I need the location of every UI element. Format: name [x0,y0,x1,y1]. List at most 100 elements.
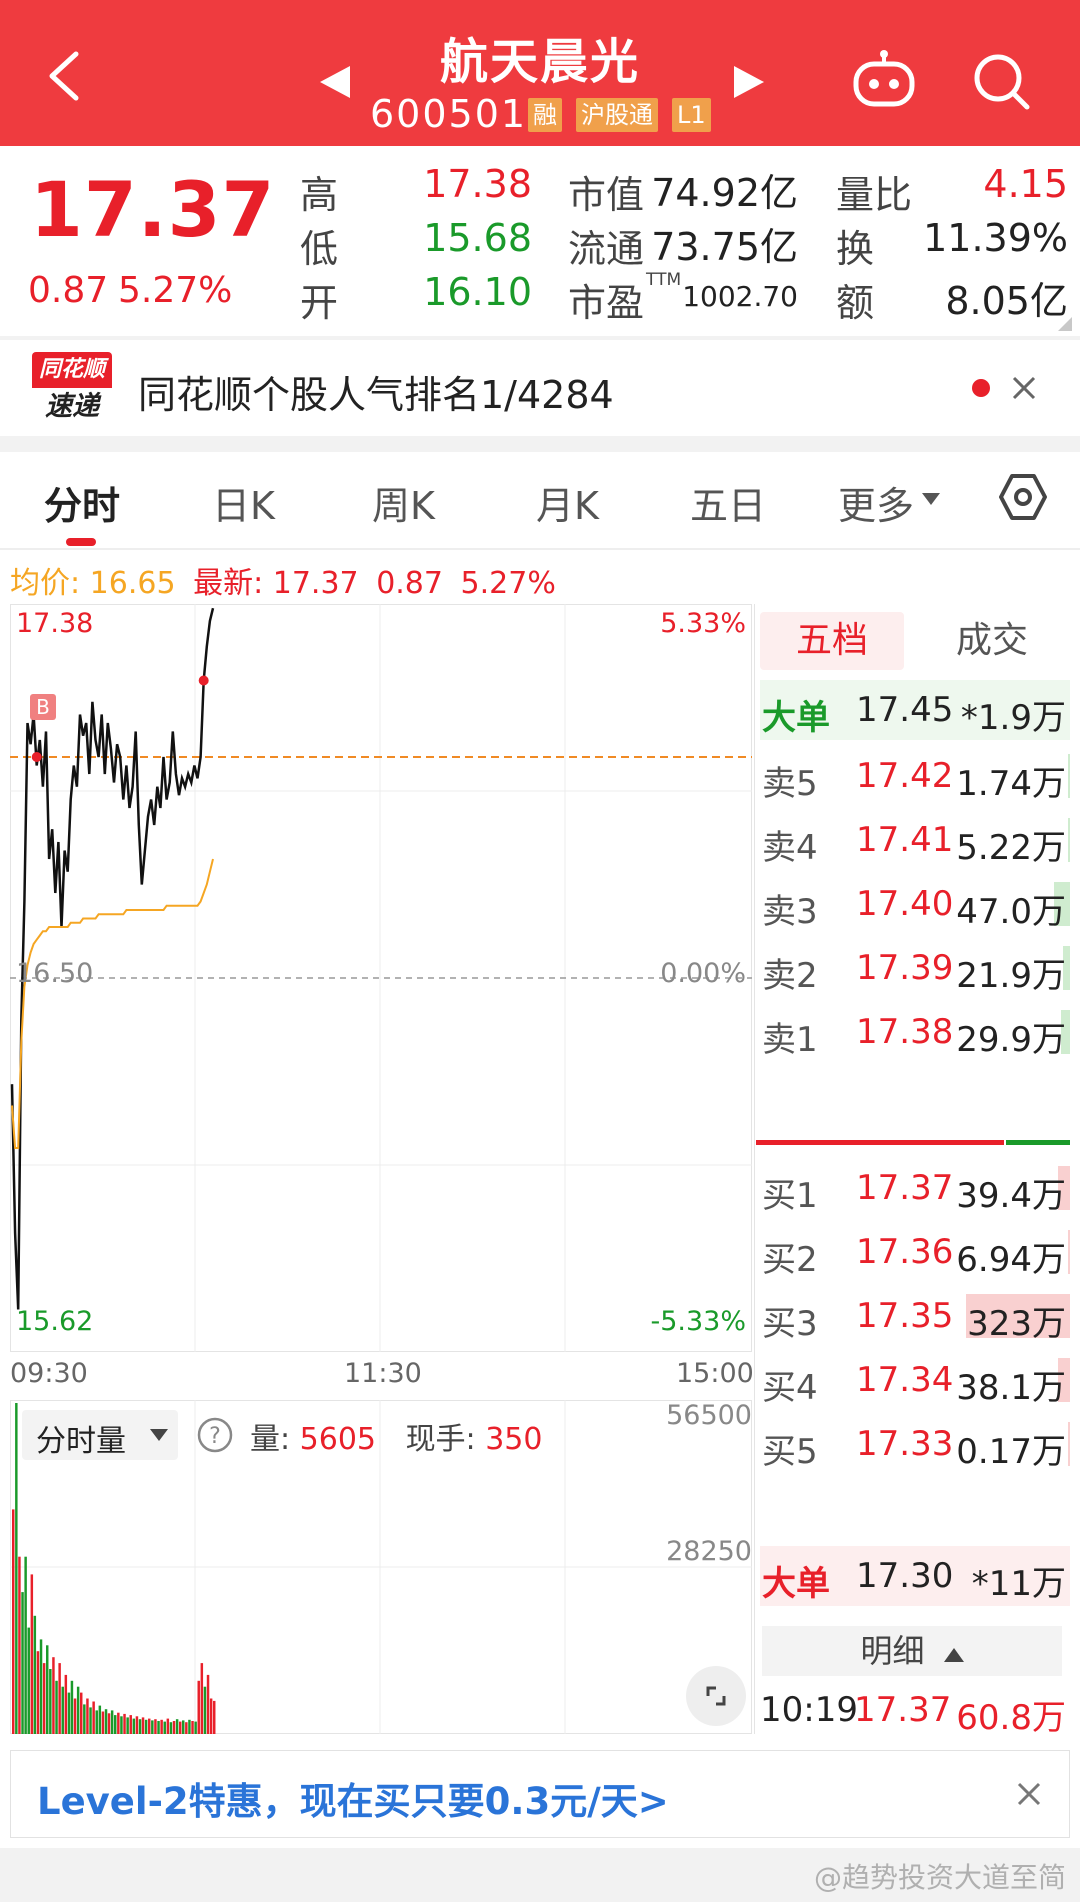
volume-bar [24,1556,27,1734]
sell-row[interactable]: 卖5 17.42 1.74万 [760,746,1070,806]
buy-price: 17.33 [856,1424,954,1464]
volume-bar [67,1692,71,1734]
prev-stock-icon[interactable] [318,64,352,104]
volume-bar [12,1509,15,1734]
search-icon[interactable] [972,52,1032,116]
sell-row[interactable]: 卖1 17.38 29.9万 [760,1002,1070,1062]
buy-marker[interactable]: B [30,694,56,720]
tab-intraday[interactable]: 分时 [44,475,120,530]
price-change: 0.87 [28,270,109,311]
big-sell-row[interactable]: 大单 17.45 *1.9万 [760,680,1070,740]
volume-bar [86,1698,89,1734]
level2-promo-banner[interactable]: Level-2特惠，现在买只要0.3元/天> [10,1750,1070,1838]
sell-volume-bar [1068,818,1070,862]
open-value: 16.10 [423,270,532,314]
divider [0,548,1080,550]
volume-type-selector[interactable]: 分时量 [22,1410,178,1460]
tab-daily-k[interactable]: 日K [212,475,275,530]
volume-bar [70,1680,74,1734]
y-axis-min-label: 15.62 [16,1306,94,1337]
volume-bar [92,1701,95,1734]
orderbook-tab-trades[interactable]: 成交 [920,612,1064,670]
collapse-arrow-icon [943,1648,964,1662]
trade-detail-row[interactable]: 10:19 17.37 60.8万 [760,1680,1070,1740]
watermark-text: @趋势投资大道至简 [813,1861,1066,1894]
buy-price: 17.34 [856,1360,954,1400]
low-value: 15.68 [423,216,532,260]
fullscreen-icon[interactable] [686,1666,746,1726]
amount-value: 8.05亿 [945,279,1068,323]
volume-bar [117,1712,120,1734]
volume-bar [95,1710,98,1734]
buy-row[interactable]: 买4 17.34 38.1万 [760,1350,1070,1410]
close-icon[interactable] [1015,1780,1043,1808]
sell-price: 17.42 [856,756,954,796]
volume-bar [15,1403,18,1734]
robot-assistant-icon[interactable] [852,50,916,114]
expand-corner-icon[interactable] [1058,316,1072,335]
sell-volume: 21.9万 [956,956,1066,996]
volume-bar [172,1721,176,1734]
popularity-rank-text[interactable]: 同花顺个股人气排名1/4284 [138,364,614,419]
buy-row[interactable]: 买5 17.33 0.17万 [760,1414,1070,1474]
sell-row[interactable]: 卖2 17.39 21.9万 [760,938,1070,998]
divider [0,336,1080,340]
buy-row[interactable]: 买1 17.37 39.4万 [760,1158,1070,1218]
sell-row[interactable]: 卖3 17.40 47.0万 [760,874,1070,934]
volume-bar [157,1721,160,1734]
sell-level-label: 卖5 [762,764,818,804]
trade-point-dot [198,675,209,686]
volume-bar [58,1663,61,1734]
volume-bar [21,1592,24,1734]
volume-bar [55,1680,58,1734]
trade-point-dot [31,752,42,762]
volume-info: 量: 5605 现手: 350 [250,1414,542,1458]
volume-bar [126,1717,129,1734]
volume-bar [179,1721,182,1734]
buy-volume: 6.94万 [956,1240,1066,1280]
logo-bottom-text: 速递 [45,391,99,422]
tab-more[interactable]: 更多 [838,475,914,530]
high-value: 17.38 [423,162,532,206]
buy-row[interactable]: 买3 17.35 323万 [760,1286,1070,1346]
volume-bar [114,1715,117,1734]
volume-bar [73,1698,77,1734]
amount-label: 额 [836,281,875,325]
chart-settings-icon[interactable] [998,472,1048,526]
next-stock-icon[interactable] [732,64,766,104]
big-buy-volume: *11万 [971,1564,1066,1604]
big-buy-row[interactable]: 大单 17.30 *11万 [760,1546,1070,1606]
mcap-value: 74.92亿 [651,171,798,215]
unread-dot-icon [972,379,990,397]
volume-bar [49,1669,52,1734]
promo-text: Level-2特惠，现在买只要0.3元/天> [37,1780,669,1823]
volume-bar [154,1719,157,1734]
tab-monthly-k[interactable]: 月K [536,475,599,530]
tab-weekly-k[interactable]: 周K [372,475,435,530]
orderbook-tab-active[interactable]: 五档 [760,612,904,670]
y-axis-max-label: 17.38 [16,608,94,639]
volume-bar [36,1651,40,1734]
bid-ask-ratio-bar [756,1140,1070,1145]
close-icon[interactable] [1010,374,1038,406]
tag-hk-connect: 沪股通 [576,98,658,132]
volume-bar [194,1721,197,1734]
buy-level-label: 买2 [762,1240,818,1280]
y-axis-mid-pct-label: 0.00% [660,958,746,989]
volume-bar [110,1710,114,1734]
buy-volume-bar [1068,1230,1070,1274]
average-price-line [11,858,214,1149]
volume-bar [120,1716,123,1734]
buy-row[interactable]: 买2 17.36 6.94万 [760,1222,1070,1282]
divider [0,436,1080,452]
float-value: 73.75亿 [651,225,798,269]
trade-time: 10:19 [760,1690,858,1730]
volume-bar [144,1719,148,1734]
detail-toggle[interactable]: 明细 [762,1626,1062,1676]
volume-max-label: 56500 [666,1400,752,1431]
tab-five-day[interactable]: 五日 [690,475,766,530]
volume-bar [166,1718,170,1734]
help-icon[interactable]: ? [196,1416,234,1458]
sell-row[interactable]: 卖4 17.41 5.22万 [760,810,1070,870]
volume-bar [101,1711,105,1734]
